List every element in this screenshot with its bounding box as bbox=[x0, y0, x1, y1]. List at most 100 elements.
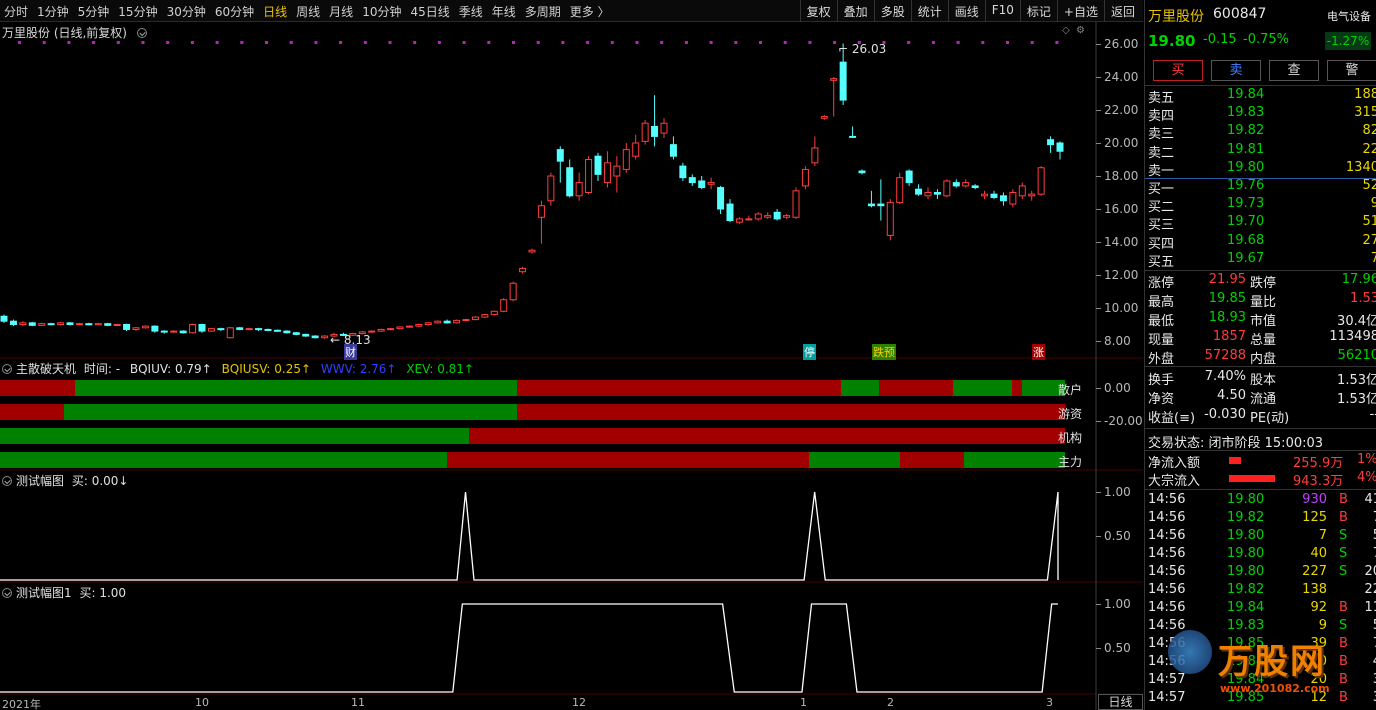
candle-body bbox=[575, 182, 583, 197]
settings-icon[interactable]: ⚙ bbox=[1076, 25, 1085, 36]
candle-body bbox=[302, 333, 310, 337]
tool-button[interactable]: 统计 bbox=[910, 0, 948, 22]
indicator1-bar-segment bbox=[1011, 380, 1023, 396]
tick-price: 19.80 bbox=[1227, 546, 1265, 561]
forecast-marker[interactable]: 跌预 bbox=[872, 344, 896, 360]
buy-button[interactable]: 买 bbox=[1153, 60, 1203, 81]
indicator1-bar-segment bbox=[516, 380, 842, 396]
chevron-down-icon[interactable] bbox=[2, 364, 12, 374]
chevron-down-icon[interactable] bbox=[2, 588, 12, 598]
sector-change: -1.27% bbox=[1325, 32, 1371, 50]
stat-value: 17.96 bbox=[1341, 272, 1376, 287]
tool-button[interactable]: 多股 bbox=[873, 0, 911, 22]
event-dot bbox=[215, 41, 219, 44]
tool-button[interactable]: 复权 bbox=[799, 0, 837, 22]
diamond-icon[interactable]: ◇ bbox=[1062, 25, 1070, 36]
order-book-row[interactable]: 买三 19.70 51 bbox=[1145, 214, 1376, 233]
tool-button[interactable]: 标记 bbox=[1019, 0, 1057, 22]
rise-marker[interactable]: 涨 bbox=[1032, 344, 1045, 360]
candle-body bbox=[990, 193, 998, 198]
block-inflow-label: 大宗流入 bbox=[1148, 474, 1201, 489]
sell-button[interactable]: 卖 bbox=[1211, 60, 1261, 81]
period-tab[interactable]: 30分钟 bbox=[167, 3, 206, 20]
period-tab[interactable]: 60分钟 bbox=[215, 3, 254, 20]
candle-body bbox=[405, 325, 413, 328]
indicator1-bqiuv: BQIUV: 0.79↑ bbox=[129, 362, 212, 376]
period-tab[interactable]: 分时 bbox=[4, 3, 28, 20]
event-dot bbox=[1006, 41, 1009, 44]
order-book-row[interactable]: 卖五 19.84 188 bbox=[1145, 87, 1376, 106]
period-tab[interactable]: 日线 bbox=[263, 3, 287, 20]
tick-count: 20 bbox=[1364, 564, 1376, 579]
order-level-volume: 27 bbox=[1362, 232, 1376, 248]
period-tab[interactable]: 5分钟 bbox=[78, 3, 110, 20]
indicator1-bar-segment bbox=[63, 404, 517, 420]
indicator1-bar-segment bbox=[899, 452, 964, 468]
candle-body bbox=[1018, 185, 1026, 197]
tool-button[interactable]: 返回 bbox=[1103, 0, 1141, 22]
candle-body bbox=[915, 188, 923, 195]
y-tick-mark bbox=[1096, 308, 1101, 309]
order-book-row[interactable]: 买五 19.67 7 bbox=[1145, 251, 1376, 270]
order-book-row[interactable]: 买四 19.68 27 bbox=[1145, 232, 1376, 252]
chevron-down-icon[interactable] bbox=[136, 28, 147, 38]
indicator1-bar-row bbox=[0, 404, 1065, 420]
chevron-down-icon[interactable] bbox=[2, 476, 12, 486]
candle-body bbox=[537, 205, 545, 218]
event-dot bbox=[388, 41, 392, 44]
indicator3-title: 测试幅图1 买: 1.00 bbox=[2, 584, 126, 601]
indicator1-bar-segment bbox=[963, 452, 1065, 468]
period-tab[interactable]: 季线 bbox=[459, 3, 483, 20]
period-tab[interactable]: 年线 bbox=[492, 3, 516, 20]
y-tick-mark bbox=[1096, 275, 1101, 276]
candle-body bbox=[387, 328, 395, 331]
finance-marker[interactable]: 财 bbox=[344, 344, 357, 360]
order-book-row[interactable]: 卖二 19.81 22 bbox=[1145, 142, 1376, 161]
event-dot bbox=[289, 41, 293, 44]
candle-body bbox=[368, 330, 376, 333]
order-book-row[interactable]: 买二 19.73 9 bbox=[1145, 196, 1376, 215]
tick-price: 19.82 bbox=[1227, 582, 1265, 597]
candle-body bbox=[462, 319, 470, 322]
order-book-row[interactable]: 卖四 19.83 315 bbox=[1145, 105, 1376, 124]
candle-body bbox=[217, 328, 225, 331]
sector-name[interactable]: 电气设备 bbox=[1327, 8, 1371, 24]
stat-label: 量比 bbox=[1250, 295, 1277, 310]
order-book-row[interactable]: 卖一 19.80 1340 bbox=[1145, 159, 1376, 179]
period-tab[interactable]: 10分钟 bbox=[362, 3, 401, 20]
tick-price: 19.82 bbox=[1227, 510, 1265, 525]
order-book-row[interactable]: 买一 19.76 52 bbox=[1145, 178, 1376, 197]
tool-button[interactable]: 叠加 bbox=[836, 0, 874, 22]
tool-button[interactable]: F10 bbox=[984, 0, 1020, 22]
tool-button[interactable]: 画线 bbox=[947, 0, 985, 22]
suspend-marker[interactable]: 停 bbox=[803, 344, 816, 360]
period-tab[interactable]: 月线 bbox=[329, 3, 353, 20]
candle-body bbox=[236, 327, 244, 330]
tick-volume: 92 bbox=[1310, 600, 1327, 615]
alert-button[interactable]: 警 bbox=[1327, 60, 1376, 81]
indicator1-bar-segment bbox=[468, 428, 1065, 444]
candle-body bbox=[622, 149, 630, 170]
y-tick-label: 22.00 bbox=[1104, 103, 1139, 117]
y-tick-label: 10.00 bbox=[1104, 301, 1139, 315]
period-tab[interactable]: 周线 bbox=[296, 3, 320, 20]
candle-body bbox=[245, 328, 253, 331]
stat-label: 换手 bbox=[1148, 373, 1175, 388]
candle-body bbox=[877, 203, 885, 207]
event-dot bbox=[240, 41, 244, 44]
order-level-volume: 1340 bbox=[1345, 159, 1376, 175]
tool-button[interactable]: +自选 bbox=[1056, 0, 1104, 22]
candle-body bbox=[896, 177, 904, 203]
query-button[interactable]: 查 bbox=[1269, 60, 1319, 81]
candle-body bbox=[585, 159, 593, 193]
candle-body bbox=[1028, 193, 1036, 197]
logo-icon bbox=[1168, 630, 1212, 674]
order-book-row[interactable]: 卖三 19.82 82 bbox=[1145, 123, 1376, 142]
period-tab[interactable]: 15分钟 bbox=[118, 3, 157, 20]
period-tab[interactable]: 45日线 bbox=[410, 3, 449, 20]
candle-body bbox=[311, 335, 319, 339]
period-button[interactable]: 日线 bbox=[1098, 694, 1143, 710]
period-tab[interactable]: 1分钟 bbox=[37, 3, 69, 20]
period-tab[interactable]: 更多 〉 bbox=[570, 3, 610, 20]
period-tab[interactable]: 多周期 bbox=[525, 3, 561, 20]
